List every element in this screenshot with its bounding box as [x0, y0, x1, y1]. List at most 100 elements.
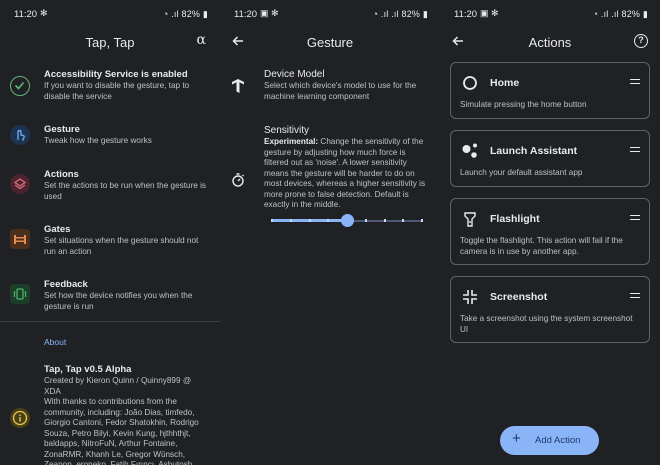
slider-tick [402, 219, 405, 222]
section-divider [0, 321, 220, 322]
home-circle-icon [463, 76, 477, 90]
page-title: Tap, Tap [85, 35, 135, 50]
app-bar: Actions ? [440, 32, 660, 54]
wifi-icon: ◔ [372, 9, 381, 19]
add-action-label: Add Action [535, 435, 581, 446]
battery-percent: 82% [621, 9, 641, 19]
wifi-icon: ◔ [592, 9, 601, 19]
app-bar: Gesture [220, 32, 440, 54]
action-title: Flashlight [490, 213, 540, 225]
plus-icon: + [512, 430, 521, 447]
notification-icons: ▣ ✻ [260, 8, 279, 18]
drag-handle-icon[interactable] [630, 293, 640, 298]
action-card-home[interactable]: Home Simulate pressing the home button [450, 62, 650, 119]
action-desc: Take a screenshot using the system scree… [460, 314, 633, 334]
drag-handle-icon[interactable] [630, 147, 640, 152]
about-item[interactable]: Tap, Tap v0.5 Alpha Created by Kieron Qu… [0, 363, 220, 465]
action-desc: Simulate pressing the home button [460, 100, 587, 109]
battery-percent: 82% [181, 9, 201, 19]
about-desc: Created by Kieron Quinn / Quinny899 @ XD… [44, 376, 199, 465]
drag-handle-icon[interactable] [630, 215, 640, 220]
item-desc: Experimental: Change the sensitivity of … [264, 137, 432, 211]
item-desc: Select which device's model to use for t… [264, 81, 417, 101]
status-right: ◔ .ıl .ıl 82% ▮ [373, 9, 428, 20]
slider-tick [271, 219, 273, 222]
action-card-screenshot[interactable]: Screenshot Take a screenshot using the s… [450, 276, 650, 343]
page-title: Actions [528, 35, 572, 50]
status-time: 11:20 [14, 9, 38, 20]
action-desc: Toggle the flashlight. This action will … [460, 236, 623, 256]
action-title: Launch Assistant [490, 145, 578, 157]
tensorflow-icon [228, 76, 248, 96]
battery-percent: 82% [401, 9, 421, 19]
settings-status-icon: ✻ [40, 8, 48, 18]
signal-icon: .ıl [171, 9, 182, 19]
gesture-screen: 11:20 ▣ ✻ ◔ .ıl .ıl 82% ▮ Gesture Device… [220, 0, 440, 465]
item-title: Gates [44, 224, 71, 235]
screenshot-icon [463, 290, 477, 304]
assistant-icon [462, 143, 477, 158]
timer-icon [228, 170, 248, 190]
battery-icon: ▮ [642, 9, 648, 19]
about-header: About [44, 337, 67, 347]
status-time: 11:20 [234, 9, 258, 20]
gates-item[interactable]: Gates Set situations when the gesture sh… [0, 223, 220, 259]
help-icon[interactable]: ? [634, 34, 648, 48]
status-bar: 11:20 ▣ ✻ ◔ .ıl .ıl 82% ▮ [440, 8, 660, 22]
main-screen: 11:20 ✻ ◔ .ıl 82% ▮ Tap, Tap α Accessibi… [0, 0, 220, 465]
about-title: Tap, Tap v0.5 Alpha [44, 364, 132, 375]
info-icon [10, 408, 30, 428]
slider-tick [308, 219, 311, 222]
wifi-icon: ◔ [162, 9, 172, 19]
alpha-icon[interactable]: α [197, 32, 206, 48]
drag-handle-icon[interactable] [630, 79, 640, 84]
gate-icon [10, 229, 30, 249]
actions-item[interactable]: Actions Set the actions to be run when t… [0, 168, 220, 204]
slider-tick [364, 219, 367, 222]
accessibility-service-item[interactable]: Accessibility Service is enabled If you … [0, 68, 220, 108]
vibration-icon [10, 284, 30, 304]
status-time: 11:20 [454, 9, 478, 20]
sensitivity-desc: Change the sensitivity of the gesture by… [264, 137, 426, 209]
slider-tick [383, 219, 386, 222]
gesture-item[interactable]: Gesture Tweak how the gesture works [0, 123, 220, 153]
action-desc: Launch your default assistant app [460, 168, 583, 177]
page-title: Gesture [306, 35, 354, 50]
item-title: Feedback [44, 279, 88, 290]
action-title: Home [490, 77, 520, 89]
flashlight-icon [464, 212, 476, 227]
item-title: Accessibility Service is enabled [44, 69, 188, 80]
status-bar: 11:20 ▣ ✻ ◔ .ıl .ıl 82% ▮ [220, 8, 440, 22]
item-title: Gesture [44, 124, 80, 135]
action-card-assistant[interactable]: Launch Assistant Launch your default ass… [450, 130, 650, 187]
device-model-item[interactable]: Device Model Select which device's model… [220, 68, 440, 108]
item-desc: Set how the device notifies you when the… [44, 291, 193, 311]
status-right: ◔ .ıl 82% ▮ [163, 9, 208, 20]
status-right: ◔ .ıl .ıl 82% ▮ [593, 9, 648, 20]
signal-icon: .ıl .ıl [380, 9, 402, 19]
slider-thumb[interactable] [340, 214, 354, 227]
item-desc: Tweak how the gesture works [44, 136, 152, 145]
item-desc: Set the actions to be run when the gestu… [44, 181, 207, 201]
item-title: Device Model [264, 69, 325, 80]
notification-icons: ▣ ✻ [480, 8, 499, 18]
gesture-tap-icon [10, 125, 30, 145]
battery-icon: ▮ [422, 9, 428, 19]
experimental-label: Experimental: [264, 137, 319, 146]
slider-tick [421, 219, 423, 222]
item-title: Actions [44, 169, 79, 180]
item-desc: If you want to disable the gesture, tap … [44, 81, 190, 101]
status-bar: 11:20 ✻ ◔ .ıl 82% ▮ [0, 8, 220, 22]
battery-icon: ▮ [202, 9, 208, 19]
item-desc: Set situations when the gesture should n… [44, 236, 199, 256]
check-circle-icon [10, 76, 30, 96]
action-card-flashlight[interactable]: Flashlight Toggle the flashlight. This a… [450, 198, 650, 265]
slider-tick [289, 219, 292, 222]
sensitivity-item: Sensitivity Experimental: Change the sen… [220, 124, 440, 214]
layers-icon [10, 174, 30, 194]
item-title: Sensitivity [264, 125, 310, 136]
actions-screen: 11:20 ▣ ✻ ◔ .ıl .ıl 82% ▮ Actions ? Home… [440, 0, 660, 465]
action-title: Screenshot [490, 291, 548, 303]
add-action-button[interactable]: + Add Action [500, 426, 599, 455]
feedback-item[interactable]: Feedback Set how the device notifies you… [0, 278, 220, 314]
